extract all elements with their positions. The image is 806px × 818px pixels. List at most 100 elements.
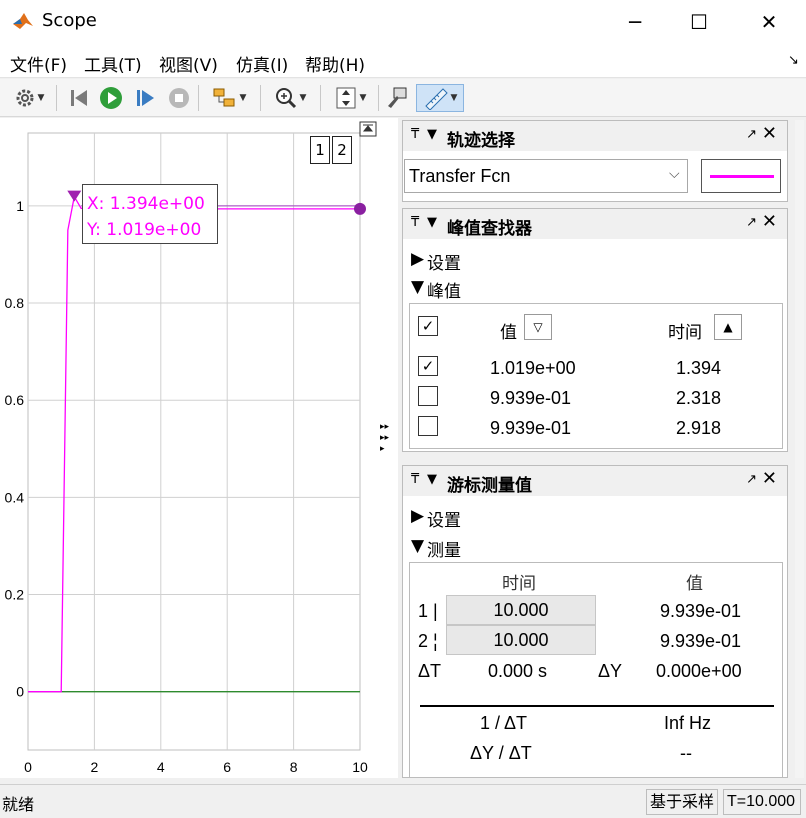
highlight-block-icon <box>388 87 407 108</box>
step-forward-button[interactable] <box>130 84 160 112</box>
close-icon[interactable]: ✕ <box>762 468 777 489</box>
peak-row-checkbox[interactable]: ✓ <box>418 356 438 376</box>
peak-row-checkbox[interactable] <box>418 416 438 436</box>
autoscale-icon <box>336 87 356 109</box>
collapse-icon[interactable]: ▼ <box>427 215 437 230</box>
cursor-1-value: 9.939e-01 <box>660 601 742 621</box>
panel-header: ₸ ▼ 轨迹选择 ↗ ✕ <box>403 121 787 151</box>
expand-panel-arrows[interactable]: ▸▸▸▸▸ <box>380 422 390 455</box>
panel-title: 轨迹选择 <box>447 131 515 151</box>
undock-icon[interactable]: ↗ <box>746 127 757 142</box>
window-title: Scope <box>42 10 97 31</box>
measure-expander-icon[interactable]: ▼ <box>411 536 424 556</box>
peak-time: 2.318 <box>676 388 722 408</box>
dock-arrow-icon[interactable]: ↘ <box>788 53 799 68</box>
toolbar-separator <box>378 85 379 111</box>
tooltip-y: Y: 1.019e+00 <box>87 220 202 240</box>
collapse-icon[interactable]: ▼ <box>427 472 437 487</box>
y-tick-label: 0.4 <box>5 489 25 505</box>
settings-expander-icon[interactable]: ▶ <box>411 249 424 269</box>
toolbar-separator <box>198 85 199 111</box>
select-all-checkbox[interactable]: ✓ <box>418 316 438 336</box>
slope-label: ΔY / ΔT <box>470 743 532 763</box>
trace-color-swatch[interactable] <box>701 159 781 193</box>
undock-icon[interactable]: ↗ <box>746 472 757 487</box>
delta-y-label: ΔY <box>598 661 623 681</box>
step-back-button[interactable] <box>64 84 94 112</box>
menu-file[interactable]: 文件(F) <box>10 51 67 76</box>
maximize-button[interactable]: ☐ <box>676 0 722 44</box>
highlight-block-button[interactable] <box>382 84 412 112</box>
gear-icon <box>16 89 34 107</box>
close-icon[interactable]: ✕ <box>762 123 777 144</box>
cursor-1-label: 1 | <box>418 601 438 621</box>
right-scrollbar[interactable] <box>795 120 804 778</box>
slope-value: -- <box>680 743 692 763</box>
signal-select-button[interactable]: ▼ <box>204 84 254 112</box>
collapse-icon[interactable]: ▼ <box>427 127 437 142</box>
cursor-1-time-field[interactable]: 10.000 <box>446 595 596 625</box>
x-tick-label: 2 <box>91 759 99 775</box>
panel-header: ₸ ▼ 峰值查找器 ↗ ✕ <box>403 209 787 239</box>
sample-mode-indicator: 基于采样 <box>646 789 719 815</box>
run-button[interactable] <box>96 84 126 112</box>
sort-desc-button[interactable]: ▽ <box>524 314 552 340</box>
trace-dropdown-value: Transfer Fcn <box>409 166 511 186</box>
legend-button-2[interactable]: 2 <box>332 136 352 164</box>
undock-icon[interactable]: ↗ <box>746 215 757 230</box>
panel-title: 峰值查找器 <box>447 219 532 239</box>
toolbar: ▼ ▼ ▼ ▼ ▼ <box>0 79 806 117</box>
stop-button[interactable] <box>164 84 194 112</box>
x-tick-label: 6 <box>223 759 231 775</box>
menu-help[interactable]: 帮助(H) <box>305 51 365 76</box>
measure-button[interactable]: ▼ <box>416 84 464 112</box>
peaks-section[interactable]: 峰值 <box>427 277 461 302</box>
settings-button[interactable]: ▼ <box>6 84 52 112</box>
toolbar-separator <box>260 85 261 111</box>
peak-time: 2.918 <box>676 418 722 438</box>
menu-simulation[interactable]: 仿真(I) <box>236 51 288 76</box>
inverse-dt-value: Inf Hz <box>664 713 712 733</box>
zoom-icon <box>275 88 296 109</box>
undock-plot-icon[interactable] <box>359 121 377 137</box>
menu-tools[interactable]: 工具(T) <box>84 51 142 76</box>
menu-view[interactable]: 视图(V) <box>159 51 218 76</box>
data-cursor-tooltip: X: 1.394e+00 Y: 1.019e+00 <box>82 184 218 244</box>
status-bar: 就绪 基于采样 T=10.000 <box>0 784 806 818</box>
autoscale-button[interactable]: ▼ <box>326 84 374 112</box>
measure-section[interactable]: 测量 <box>427 536 461 561</box>
close-button[interactable]: ✕ <box>746 0 792 44</box>
cursor-marker <box>354 202 366 215</box>
pin-icon[interactable]: ₸ <box>411 215 419 230</box>
step-back-icon <box>71 90 87 106</box>
x-tick-label: 8 <box>290 759 298 775</box>
y-tick-label: 0.8 <box>5 295 25 311</box>
legend-button-1[interactable]: 1 <box>310 136 330 164</box>
peak-value: 1.019e+00 <box>490 358 576 378</box>
matlab-logo-icon <box>13 13 33 29</box>
peak-value: 9.939e-01 <box>490 418 572 438</box>
settings-section[interactable]: 设置 <box>427 506 461 531</box>
y-tick-label: 0.6 <box>5 392 25 408</box>
peak-row-checkbox[interactable] <box>418 386 438 406</box>
pin-icon[interactable]: ₸ <box>411 127 419 142</box>
trace-dropdown[interactable]: Transfer Fcn ⌵ <box>404 159 688 193</box>
settings-expander-icon[interactable]: ▶ <box>411 506 424 526</box>
sort-asc-button[interactable]: ▲ <box>714 314 742 340</box>
trace-selection-panel: ₸ ▼ 轨迹选择 ↗ ✕ Transfer Fcn ⌵ <box>402 120 788 202</box>
menu-bar: 文件(F) 工具(T) 视图(V) 仿真(I) 帮助(H) ↘ <box>0 44 806 78</box>
measurements-table: 时间 值 1 | 10.000 9.939e-01 2 ¦ 10.000 9.9… <box>409 562 783 778</box>
sim-time-indicator: T=10.000 <box>723 789 801 815</box>
pin-icon[interactable]: ₸ <box>411 472 419 487</box>
peak-finder-panel: ₸ ▼ 峰值查找器 ↗ ✕ ▶ 设置 ▼ 峰值 ✓ 值 ▽ 时间 ▲ ✓ 1.0… <box>402 208 788 452</box>
peaks-expander-icon[interactable]: ▼ <box>411 277 424 297</box>
y-tick-label: 1 <box>16 198 24 214</box>
close-icon[interactable]: ✕ <box>762 211 777 232</box>
cursor-2-time-field[interactable]: 10.000 <box>446 625 596 655</box>
settings-section[interactable]: 设置 <box>427 249 461 274</box>
trace-color-line <box>710 175 774 178</box>
zoom-button[interactable]: ▼ <box>266 84 314 112</box>
cursor-measurements-panel: ₸ ▼ 游标测量值 ↗ ✕ ▶ 设置 ▼ 测量 时间 值 1 | 10.000 … <box>402 465 788 778</box>
minimize-button[interactable]: ─ <box>612 0 658 44</box>
peaks-table: ✓ 值 ▽ 时间 ▲ ✓ 1.019e+00 1.394 9.939e-01 2… <box>409 303 783 449</box>
